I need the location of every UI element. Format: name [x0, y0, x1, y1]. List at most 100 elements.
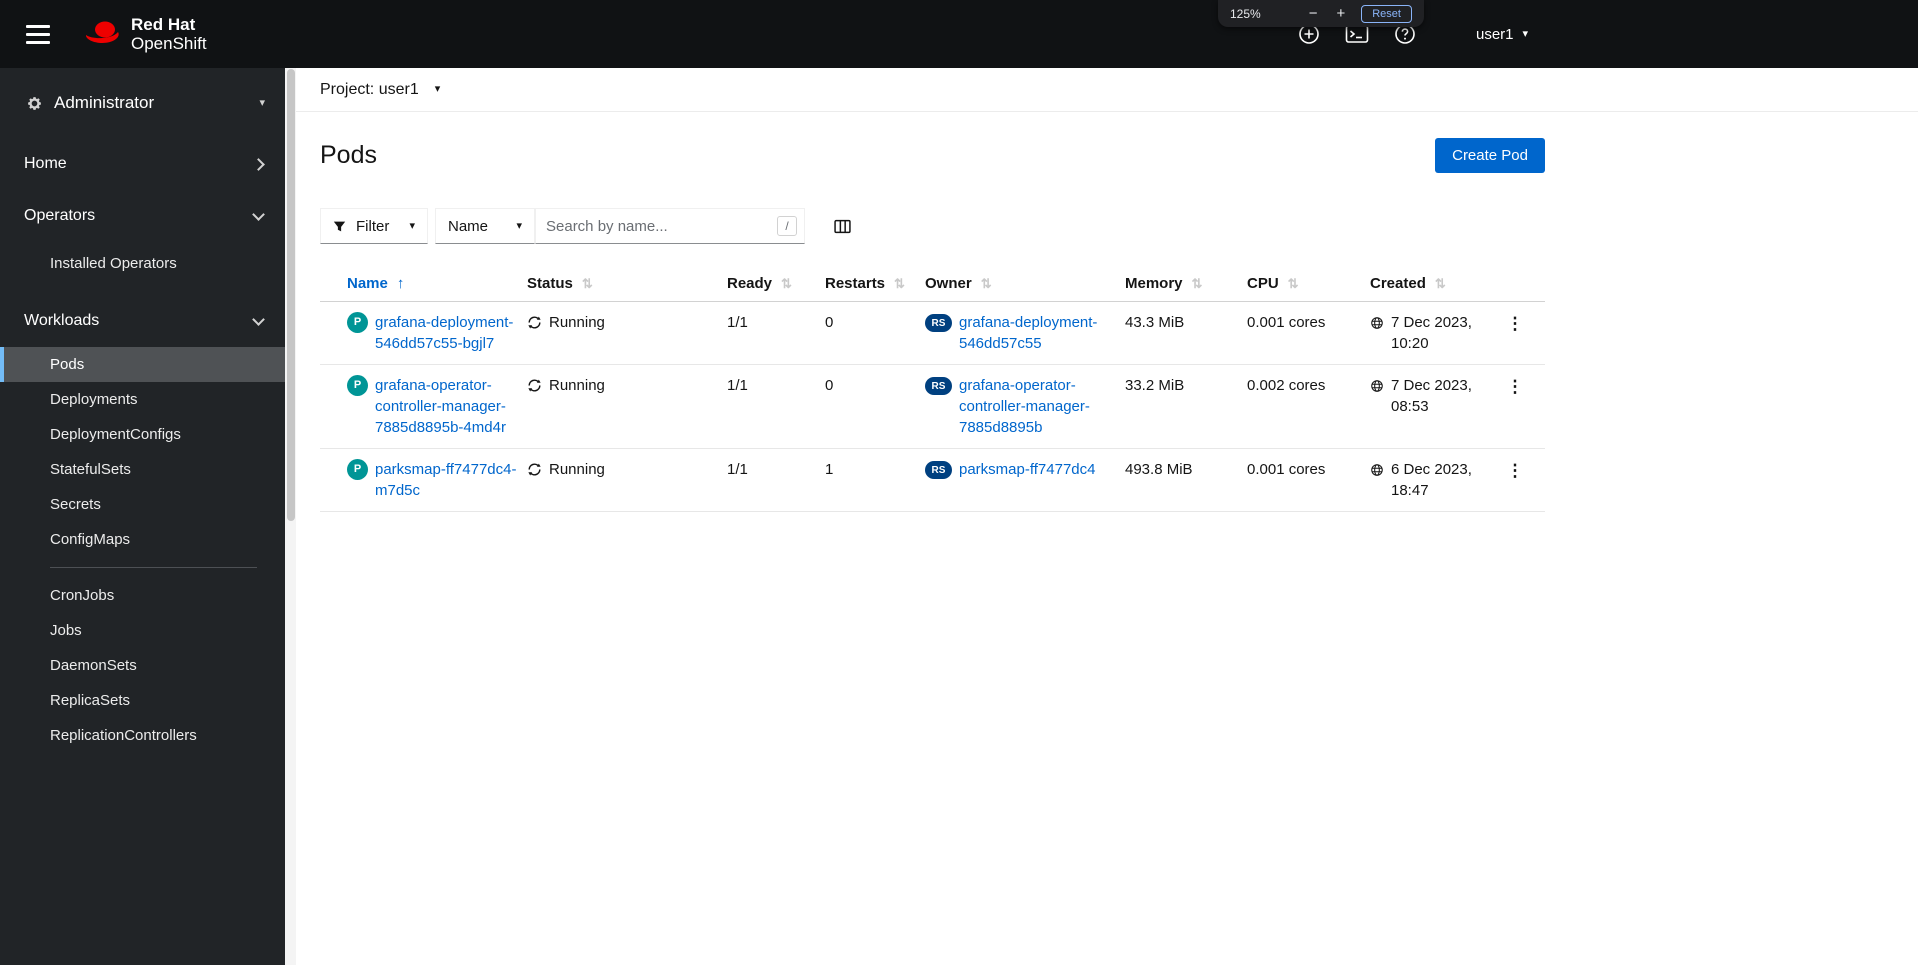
replicaset-badge: RS [925, 314, 952, 332]
zoom-out-button[interactable]: − [1306, 6, 1321, 21]
sidebar-item-replicationcontrollers[interactable]: ReplicationControllers [0, 718, 285, 753]
filter-toolbar: Filter ▾ Name ▾ / [320, 208, 1545, 244]
sidebar-item-deployments[interactable]: Deployments [0, 382, 285, 417]
openshift-logo[interactable]: Red Hat OpenShift [82, 15, 207, 53]
column-header-ready[interactable]: Ready ⇅ [727, 266, 825, 301]
column-header-status[interactable]: Status ⇅ [527, 266, 727, 301]
brand-line1: Red Hat [131, 15, 196, 34]
sidebar-item-statefulsets[interactable]: StatefulSets [0, 452, 285, 487]
running-status-icon [527, 315, 542, 336]
kebab-menu-icon[interactable]: ⋮ [1507, 462, 1524, 479]
caret-down-icon: ▾ [434, 83, 441, 95]
brand-line2: OpenShift [131, 34, 207, 53]
search-input[interactable] [535, 208, 805, 244]
nav-label: Operators [24, 207, 96, 224]
sidebar-scrollbar [285, 68, 296, 965]
search-shortcut-hint: / [777, 216, 797, 236]
status-text: Running [549, 461, 605, 478]
sort-icon: ⇅ [781, 275, 792, 291]
masthead: Red Hat OpenShift user1 ▾ [0, 0, 1918, 68]
nav-toggle-button[interactable] [22, 21, 54, 48]
column-header-created[interactable]: Created ⇅ [1370, 266, 1495, 301]
perspective-label: Administrator [54, 93, 155, 112]
owner-link[interactable]: parksmap-ff7477dc4 [959, 459, 1095, 480]
sort-icon: ⇅ [1434, 275, 1446, 291]
nav-divider [50, 567, 257, 568]
running-status-icon [527, 378, 542, 399]
table-header-row: Name ↑ Status ⇅ Ready ⇅ Restarts ⇅ Owner [320, 266, 1545, 302]
cpu-cell: 0.002 cores [1247, 377, 1326, 394]
cpu-cell: 0.001 cores [1247, 461, 1326, 478]
sidebar-item-secrets[interactable]: Secrets [0, 487, 285, 522]
pod-badge: P [347, 375, 368, 396]
caret-down-icon: ▾ [516, 219, 522, 232]
pod-badge: P [347, 312, 368, 333]
column-header-name[interactable]: Name ↑ [320, 266, 527, 301]
sort-icon: ⇅ [894, 275, 905, 291]
sidebar-item-replicasets[interactable]: ReplicaSets [0, 683, 285, 718]
filter-icon [333, 220, 346, 233]
replicaset-badge: RS [925, 377, 952, 395]
caret-down-icon: ▾ [409, 219, 415, 232]
perspective-switcher[interactable]: Administrator ▾ [0, 68, 285, 138]
filter-label: Filter [356, 217, 390, 235]
memory-cell: 493.8 MiB [1125, 461, 1193, 478]
zoom-reset-button[interactable]: Reset [1361, 4, 1412, 23]
zoom-in-button[interactable]: + [1333, 6, 1348, 21]
pod-link[interactable]: grafana-operator-controller-manager-7885… [375, 375, 517, 438]
project-value: user1 [378, 80, 419, 98]
created-text: 6 Dec 2023, 18:47 [1391, 461, 1472, 499]
user-menu[interactable]: user1 ▾ [1476, 0, 1528, 68]
owner-link[interactable]: grafana-operator-controller-manager-7885… [959, 375, 1115, 438]
chevron-right-icon [252, 157, 265, 171]
attribute-label: Name [448, 217, 489, 235]
kebab-menu-icon[interactable]: ⋮ [1507, 315, 1524, 332]
web-terminal-icon[interactable] [1345, 24, 1369, 44]
sidebar-scrollbar-thumb[interactable] [286, 69, 295, 521]
sidebar-item-cronjobs[interactable]: CronJobs [0, 578, 285, 613]
sidebar-item-pods[interactable]: Pods [0, 347, 285, 382]
filter-dropdown[interactable]: Filter ▾ [320, 208, 428, 244]
sort-icon: ⇅ [1191, 275, 1203, 291]
table-row: P grafana-operator-controller-manager-78… [320, 365, 1545, 449]
sidebar-item-daemonsets[interactable]: DaemonSets [0, 648, 285, 683]
sort-asc-icon: ↑ [396, 275, 405, 292]
sidebar-item-home[interactable]: Home [0, 138, 285, 190]
sidebar-item-configmaps[interactable]: ConfigMaps [0, 522, 285, 557]
owner-link[interactable]: grafana-deployment-546dd57c55 [959, 312, 1115, 354]
running-status-icon [527, 462, 542, 483]
pod-link[interactable]: grafana-deployment-546dd57c55-bgjl7 [375, 312, 517, 354]
ready-cell: 1/1 [727, 314, 748, 331]
timestamp-globe-icon [1370, 378, 1384, 399]
cpu-cell: 0.001 cores [1247, 314, 1326, 331]
search-attribute-dropdown[interactable]: Name ▾ [435, 208, 535, 244]
nav-label: Workloads [24, 312, 100, 329]
sort-icon: ⇅ [581, 275, 593, 291]
timestamp-globe-icon [1370, 462, 1384, 483]
chevron-down-icon [252, 207, 265, 221]
create-pod-button[interactable]: Create Pod [1435, 138, 1545, 173]
pod-link[interactable]: parksmap-ff7477dc4-m7d5c [375, 459, 517, 501]
table-row: P grafana-deployment-546dd57c55-bgjl7 Ru… [320, 302, 1545, 365]
kebab-menu-icon[interactable]: ⋮ [1507, 378, 1524, 395]
sidebar-item-deploymentconfigs[interactable]: DeploymentConfigs [0, 417, 285, 452]
column-header-memory[interactable]: Memory ⇅ [1125, 266, 1247, 301]
ready-cell: 1/1 [727, 461, 748, 478]
status-text: Running [549, 377, 605, 394]
column-header-actions [1495, 266, 1545, 301]
sidebar-item-jobs[interactable]: Jobs [0, 613, 285, 648]
manage-columns-icon[interactable] [834, 218, 851, 235]
column-header-owner[interactable]: Owner ⇅ [925, 266, 1125, 301]
column-header-cpu[interactable]: CPU ⇅ [1247, 266, 1370, 301]
sidebar-item-operators[interactable]: Operators [0, 190, 285, 242]
page-header: Pods Create Pod [320, 138, 1545, 173]
sidebar-item-installed-operators[interactable]: Installed Operators [0, 242, 285, 285]
status-text: Running [549, 314, 605, 331]
ready-cell: 1/1 [727, 377, 748, 394]
sidebar-item-workloads[interactable]: Workloads [0, 295, 285, 347]
created-text: 7 Dec 2023, 08:53 [1391, 377, 1472, 415]
restarts-cell: 0 [825, 314, 834, 331]
chevron-down-icon [252, 312, 265, 326]
column-header-restarts[interactable]: Restarts ⇅ [825, 266, 925, 301]
project-selector[interactable]: Project: user1 ▾ [320, 81, 440, 99]
